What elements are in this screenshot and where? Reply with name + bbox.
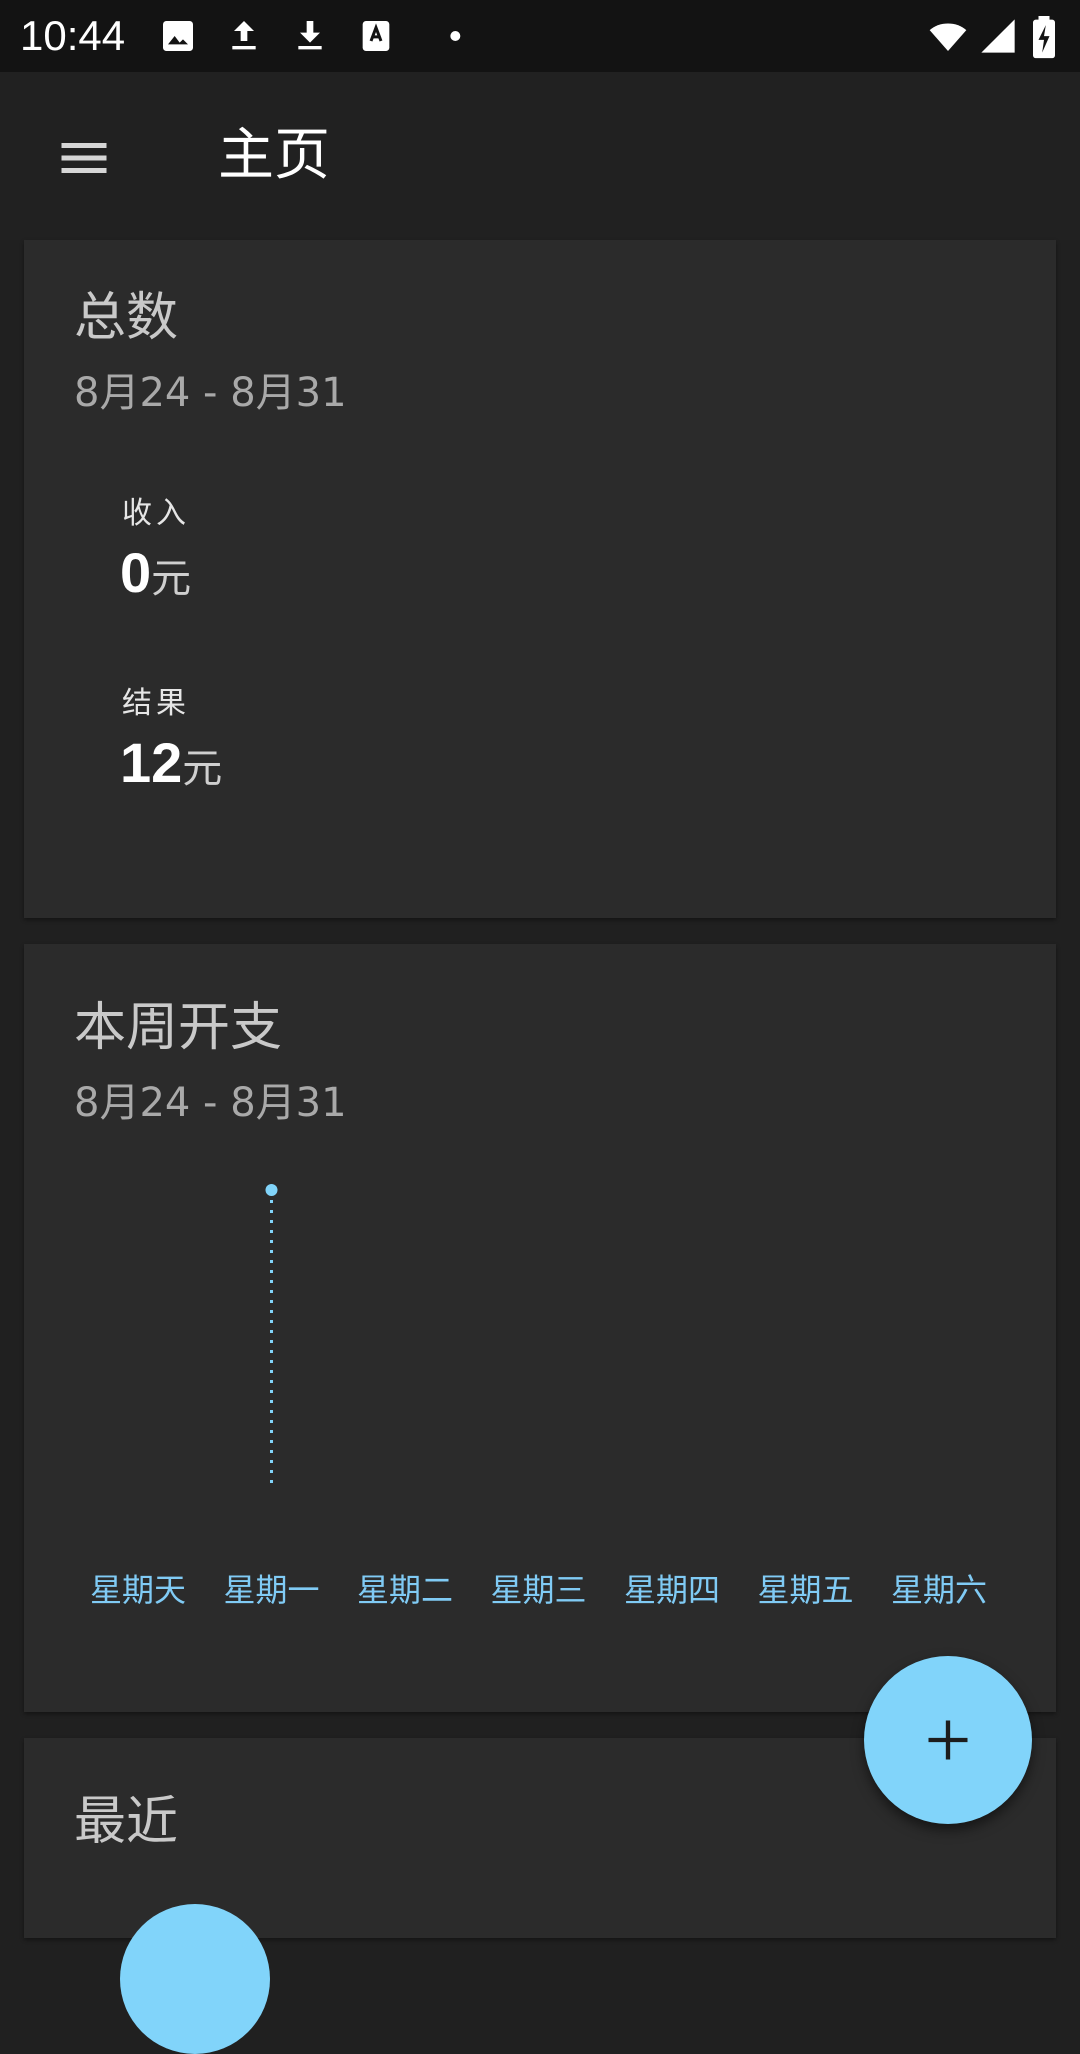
result-unit: 元 (182, 746, 223, 792)
weekly-spending-chart (265, 1184, 278, 1484)
wifi-icon (924, 16, 972, 56)
income-unit: 元 (151, 556, 192, 602)
avatar (120, 1904, 270, 2054)
total-card[interactable]: 总数 8月24 - 8月31 收入 0元 结果 12元 (24, 240, 1056, 918)
total-card-title: 总数 (74, 288, 179, 348)
chart-x-tick-label: 星期六 (890, 1571, 987, 1609)
chart-x-tick-label: 星期三 (490, 1571, 587, 1609)
chart-x-tick-label: 星期四 (623, 1571, 720, 1609)
chart-x-tick-label: 星期二 (356, 1571, 453, 1609)
download-icon (290, 16, 330, 56)
status-bar: 10:44 (0, 0, 1080, 72)
plus-icon (928, 1720, 968, 1760)
menu-icon (61, 143, 107, 173)
chart-x-tick-label: 星期一 (223, 1571, 320, 1609)
battery-charging-icon (1030, 16, 1066, 59)
page-title: 主页 (218, 123, 330, 188)
weekly-card-date-range: 8月24 - 8月31 (74, 1080, 347, 1126)
result-amount: 12 (120, 731, 183, 794)
result-label: 结果 (122, 686, 190, 721)
chart-x-tick-label: 星期天 (89, 1571, 186, 1609)
upload-icon (224, 16, 264, 56)
dot-icon (422, 16, 462, 56)
total-card-date-range: 8月24 - 8月31 (74, 370, 347, 416)
weekly-spending-card[interactable]: 本周开支 8月24 - 8月31 星期天 星期一 星期二 星期三 星期四 星期五 星期六 (24, 944, 1056, 1712)
chart-point[interactable] (265, 1184, 278, 1196)
chart-x-tick-label: 星期五 (757, 1571, 854, 1609)
income-label: 收入 (122, 496, 190, 531)
image-icon (158, 16, 198, 56)
recent-card-title: 最近 (74, 1792, 179, 1852)
text-recognition-icon (356, 16, 396, 56)
menu-button[interactable] (40, 114, 128, 202)
income-amount: 0 (120, 541, 152, 604)
result-value: 12元 (120, 730, 222, 795)
status-time: 10:44 (20, 12, 126, 59)
signal-icon (978, 16, 1018, 56)
app-bar: 主页 (0, 72, 1080, 240)
add-transaction-button[interactable] (864, 1656, 1032, 1824)
weekly-card-title: 本周开支 (74, 998, 283, 1058)
income-value: 0元 (120, 540, 191, 605)
